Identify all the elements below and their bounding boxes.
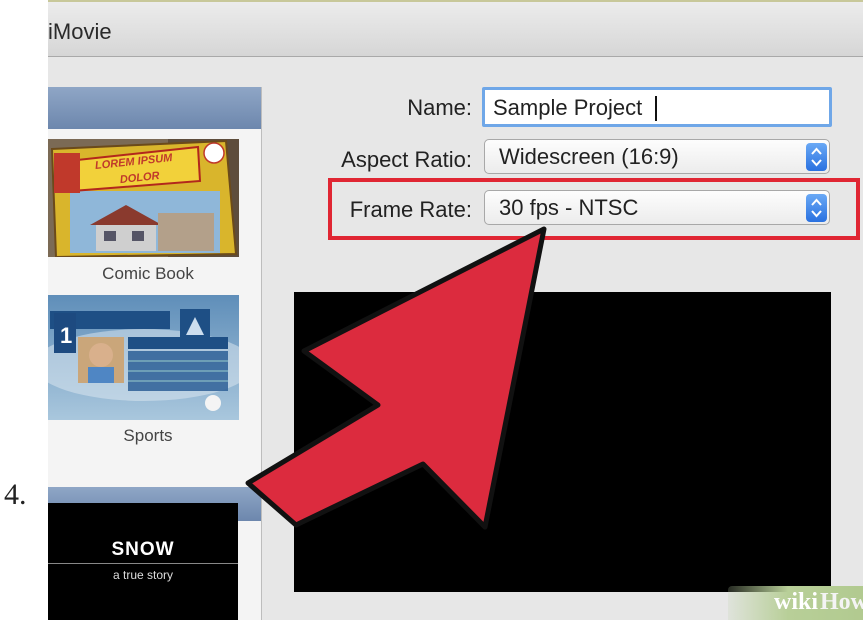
step-number: 4. (4, 478, 27, 511)
annotation-arrow-icon (245, 226, 547, 530)
watermark-how: How (820, 589, 863, 615)
wikihow-watermark: wiki How (728, 586, 863, 620)
watermark-wiki: wiki (774, 589, 819, 615)
imovie-window: iMovie LOREM IPSUM DOLOR Comic Book 1 Sp… (48, 0, 863, 620)
